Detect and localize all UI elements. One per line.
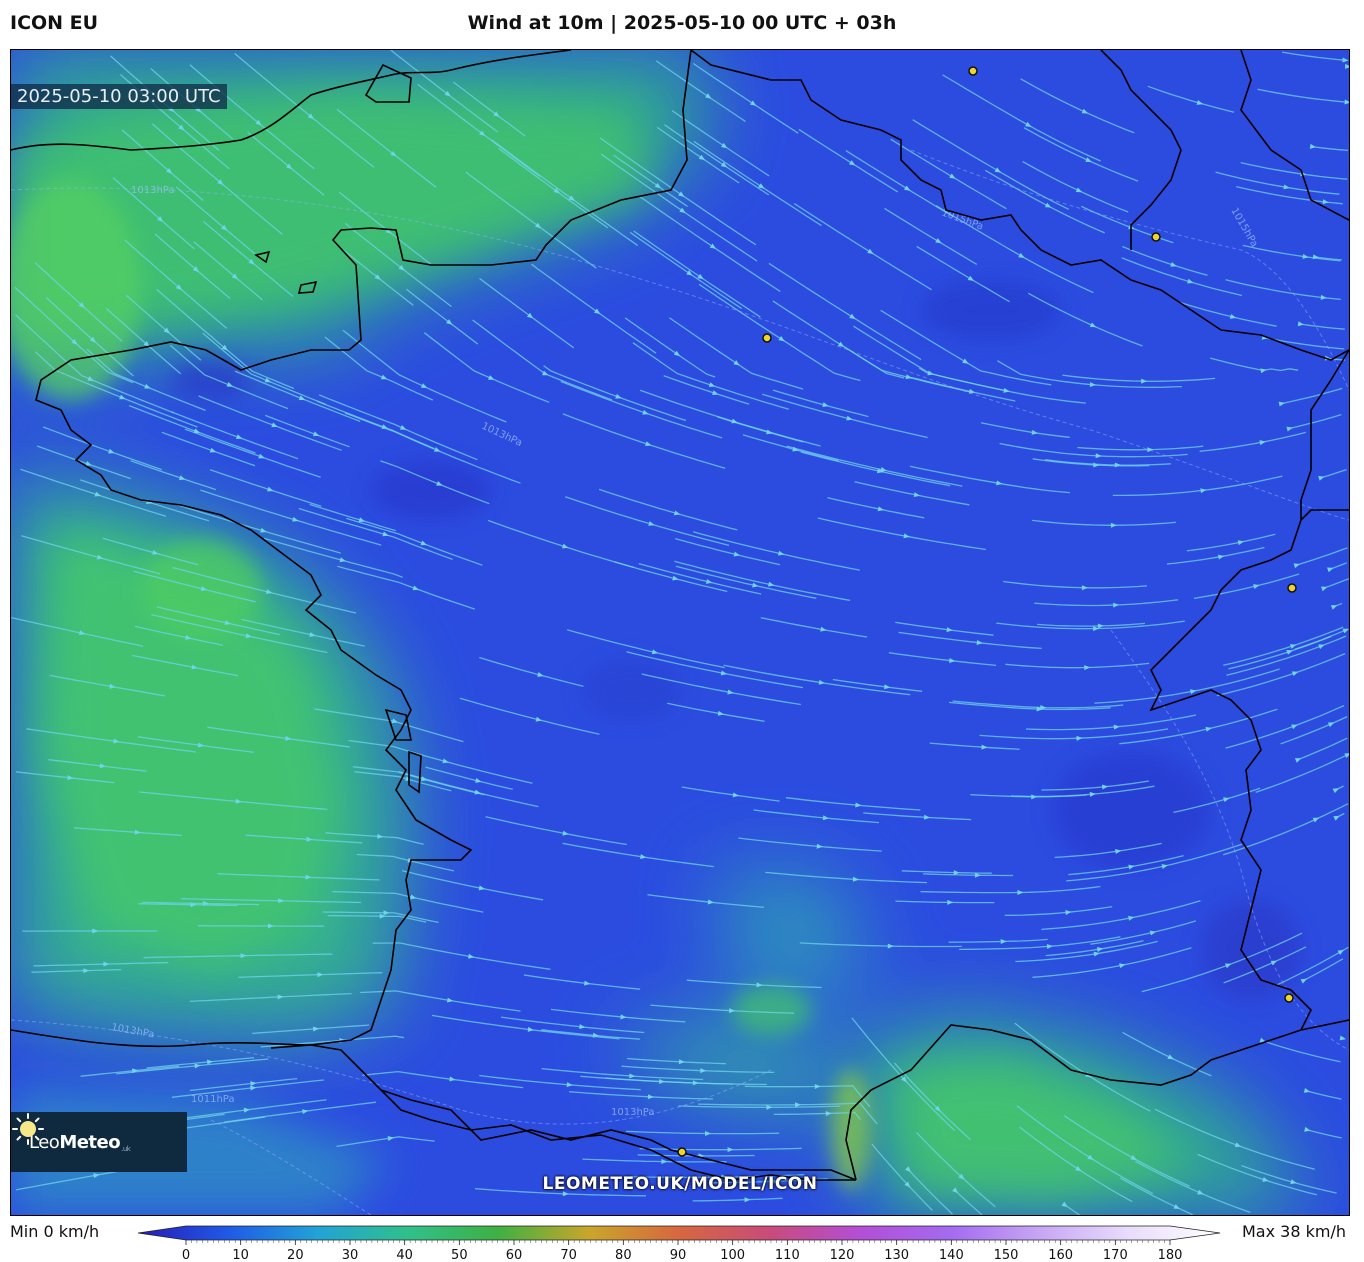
colorbar-tick-label: 120: [830, 1248, 855, 1262]
colorbar-tick-label: 60: [506, 1248, 523, 1262]
colorbar-tick-label: 10: [232, 1248, 249, 1262]
valid-time-badge: 2025-05-10 03:00 UTC: [11, 84, 227, 109]
city-marker[interactable]: [1151, 232, 1161, 242]
colorbar-tick-label: 70: [560, 1248, 577, 1262]
colorbar-tick-label: 40: [396, 1248, 413, 1262]
colorbar-min-label: Min 0 km/h: [10, 1222, 100, 1241]
colorbar-tick-label: 0: [182, 1248, 190, 1262]
isobar-label: 1013hPa: [611, 1107, 655, 1118]
colorbar-tick-label: 170: [1103, 1248, 1128, 1262]
sun-icon: [12, 1113, 44, 1145]
colorbar-tick-label: 80: [615, 1248, 632, 1262]
wind-speed-colorbar: 0 10 20 30 40 50 60 70 80 90 100 110 120 130 140 150 160…: [137, 1225, 1221, 1262]
city-marker[interactable]: [1284, 993, 1294, 1003]
colorbar-tick-label: 50: [451, 1248, 468, 1262]
isobar-label: 1011hPa: [191, 1094, 235, 1105]
chart-title: Wind at 10m | 2025-05-10 00 UTC + 03h: [467, 12, 897, 34]
city-marker[interactable]: [1287, 583, 1297, 593]
colorbar-ticks: 0 10 20 30 40 50 60 70 80 90 100 110 120 130 140 150 160…: [182, 1240, 1183, 1262]
colorbar-gradient: [137, 1225, 1221, 1241]
wind-map[interactable]: 1013hPa 1015hPa 1013hPa 1015hPa 1011hPa …: [10, 49, 1350, 1216]
city-marker[interactable]: [968, 66, 978, 76]
leometeo-logo[interactable]: LeoMeteo.uk: [11, 1112, 187, 1172]
colorbar-tick-label: 110: [775, 1248, 800, 1262]
isobar-label: 1013hPa: [131, 185, 175, 196]
colorbar-max-label: Max 38 km/h: [1242, 1222, 1346, 1241]
city-marker[interactable]: [677, 1147, 687, 1157]
colorbar-tick-label: 30: [342, 1248, 359, 1262]
colorbar-tick-label: 140: [939, 1248, 964, 1262]
site-watermark: LEOMETEO.UK/MODEL/ICON: [542, 1174, 818, 1194]
colorbar-tick-label: 160: [1048, 1248, 1073, 1262]
colorbar-tick-label: 180: [1158, 1248, 1183, 1262]
colorbar-tick-label: 150: [994, 1248, 1019, 1262]
colorbar-tick-label: 100: [720, 1248, 745, 1262]
city-marker[interactable]: [762, 333, 772, 343]
colorbar-tick-label: 20: [287, 1248, 304, 1262]
map-canvas: 1013hPa 1015hPa 1013hPa 1015hPa 1011hPa …: [11, 50, 1349, 1215]
colorbar-tick-label: 130: [884, 1248, 909, 1262]
colorbar-tick-label: 90: [670, 1248, 687, 1262]
